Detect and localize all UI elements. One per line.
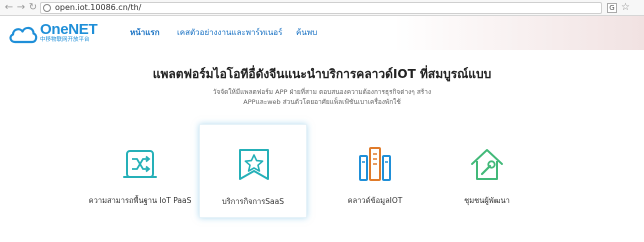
card-developer-community[interactable]: ชุมชนผู้พัฒนา [433,124,541,218]
house-tool-icon [471,149,503,180]
url-input[interactable]: open.iot.10086.cn/th/ [40,2,602,14]
card-iot-paas[interactable]: ความสามารถพื้นฐาน IoT PaaS [86,124,194,218]
logo-text: OneNET [40,21,98,38]
card-label: คลาวด์ข้อมูลIOT [347,196,403,205]
shuffle-icon [123,150,157,178]
logo-subtitle: 中移物联网开放平台 [40,37,90,43]
reload-icon[interactable]: ↻ [27,1,39,14]
nav-discover[interactable]: ค้นพบ [296,26,317,40]
hero-description: วัจจัดให้มีแพลตฟอร์ม APP ฝ่ายที่สาม ตอบส… [212,88,432,106]
star-bookmark-icon [239,149,269,180]
translate-icon[interactable]: G [607,3,617,13]
info-icon[interactable] [43,4,51,12]
forward-arrow-icon[interactable]: → [15,1,27,14]
server-cloud-icon [359,147,391,181]
cloud-logo-icon [9,26,38,44]
back-arrow-icon[interactable]: ← [3,1,15,14]
nav-cases-partners[interactable]: เคสตัวอย่างงานและพาร์ทเนอร์ [177,26,282,40]
site-header: OneNET 中移物联网开放平台 หน้าแรก เคสตัวอย่างงานแ… [0,16,644,50]
hero-title: แพลตฟอร์มไอโอทีอื่ดังจีนแนะนำบริการคลาวด… [152,67,492,81]
header-decoration [394,16,644,50]
card-label: ความสามารถพื้นฐาน IoT PaaS [88,196,192,205]
card-label: บริการกิจการSaaS [222,197,284,206]
browser-address-bar: ← → ↻ open.iot.10086.cn/th/ G ☆ [0,0,644,16]
card-label: ชุมชนผู้พัฒนา [464,196,510,205]
card-saas[interactable]: บริการกิจการSaaS [199,124,307,218]
nav-home[interactable]: หน้าแรก [130,26,160,40]
url-text: open.iot.10086.cn/th/ [55,3,142,12]
bookmark-star-icon[interactable]: ☆ [621,1,630,14]
card-iot-data-cloud[interactable]: คลาวด์ข้อมูลIOT [321,124,429,218]
onenet-logo[interactable]: OneNET 中移物联网开放平台 [8,22,98,46]
